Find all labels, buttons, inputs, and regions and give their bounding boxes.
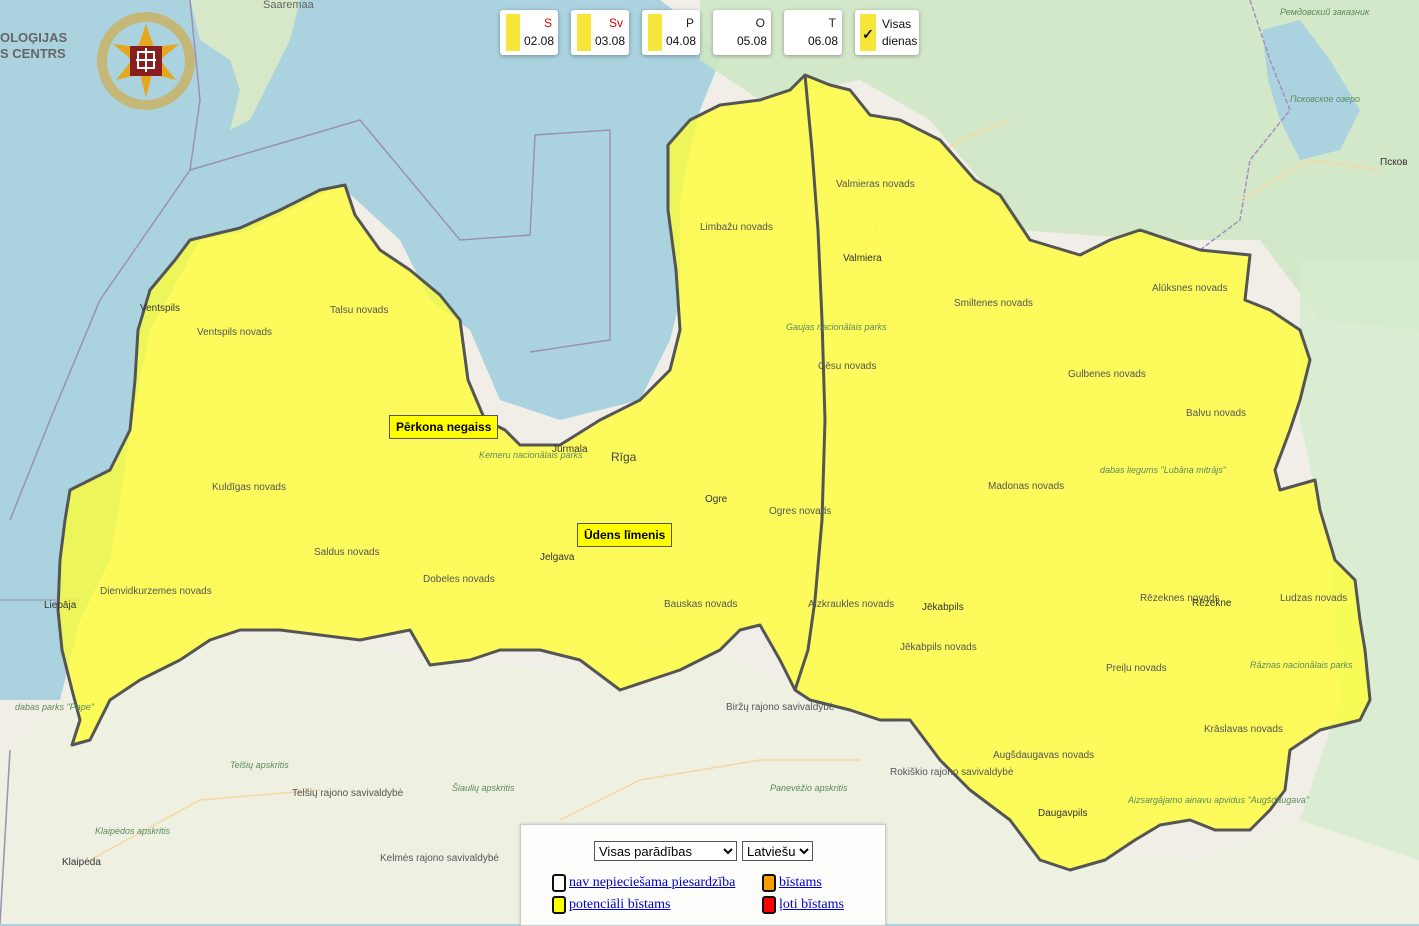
day-name: Sv	[608, 16, 623, 30]
day-date: 03.08	[594, 34, 625, 48]
label-klaipeda: Klaipėda	[62, 857, 101, 868]
label-aizsargajamo: Aizsargājamo ainavu apvidus "Augšdaugava…	[1127, 795, 1310, 805]
label-preilu: Preiļu novads	[1106, 663, 1167, 674]
label-aizkraukles: Aizkraukles novads	[808, 599, 894, 610]
label-jelgava: Jelgava	[540, 552, 575, 563]
logo-text: OLOĢIJAS S CENTRS	[0, 30, 67, 62]
legend-link-dangerous[interactable]: bīstams	[779, 875, 822, 891]
day-button-0[interactable]: S 02.08	[500, 10, 558, 55]
label-telsiu-raj: Telšių rajono savivaldybė	[292, 788, 404, 799]
label-lubana: dabas liegums "Lubāna mitrājs"	[1100, 465, 1227, 475]
label-klaipedos: Klaipėdos apskritis	[95, 826, 171, 836]
legend-item-potentially-dangerous[interactable]: potenciāli bīstams	[552, 896, 670, 914]
label-ogre: Ogre	[705, 494, 728, 505]
day-date: 05.08	[736, 34, 767, 48]
day-name: S	[543, 16, 552, 30]
label-ludzas: Ludzas novads	[1280, 593, 1347, 604]
label-aluksnes: Alūksnes novads	[1152, 283, 1228, 294]
all-days-line1: Visas	[882, 17, 912, 31]
label-saldus: Saldus novads	[314, 547, 380, 558]
label-razna: Rāznas nacionālais parks	[1250, 660, 1353, 670]
day-name: P	[685, 16, 694, 30]
legend-swatch-red	[762, 896, 776, 914]
legend-link-no-caution[interactable]: nav nepieciešama piesardzība	[569, 875, 735, 891]
label-kuldigas: Kuldīgas novads	[212, 482, 286, 493]
label-kelmes: Kelmės rajono savivaldybė	[380, 853, 499, 864]
legend-swatch-white	[552, 874, 566, 892]
label-riga: Rīga	[611, 450, 637, 464]
label-talsu: Talsu novads	[330, 305, 388, 316]
map-canvas[interactable]: Saaremaa Ventspils Ventspils novads Tals…	[0, 0, 1419, 924]
warning-label-water-level[interactable]: Ūdens līmenis	[577, 523, 673, 547]
label-ventspils-novads: Ventspils novads	[197, 327, 272, 338]
day-date: 02.08	[523, 34, 554, 48]
day-name: T	[828, 16, 836, 30]
legend-link-very-dangerous[interactable]: ļoti bīstams	[779, 897, 844, 913]
label-liepaja: Liepāja	[44, 600, 77, 611]
language-select[interactable]: Latviešu	[742, 841, 813, 861]
all-days-label: Visas dienas	[882, 16, 917, 50]
label-saaremaa: Saaremaa	[263, 0, 315, 11]
label-daugavpils: Daugavpils	[1038, 808, 1087, 819]
legend-link-potentially-dangerous[interactable]: potenciāli bīstams	[569, 897, 670, 913]
day-button-4[interactable]: T 06.08	[784, 10, 842, 55]
legend-swatch-yellow	[552, 896, 566, 914]
label-valmieras: Valmieras novads	[836, 179, 915, 190]
checkmark-icon: ✓	[862, 26, 874, 42]
label-gulbenes: Gulbenes novads	[1068, 369, 1146, 380]
label-bauskas: Bauskas novads	[664, 599, 737, 610]
label-balvu: Balvu novads	[1186, 408, 1246, 419]
label-kraslavas: Krāslavas novads	[1204, 724, 1283, 735]
label-ogres: Ogres novads	[769, 506, 831, 517]
logo-text-line1: OLOĢIJAS	[0, 30, 68, 45]
label-valmiera: Valmiera	[843, 253, 882, 264]
legend-panel: Visas parādības Latviešu nav nepieciešam…	[520, 824, 886, 926]
day-button-2[interactable]: P 04.08	[642, 10, 700, 55]
label-birzu: Biržų rajono savivaldybė	[726, 702, 835, 713]
day-date: 04.08	[665, 34, 696, 48]
label-panevezio: Panevėžio apskritis	[770, 783, 848, 793]
label-limbazu: Limbažu novads	[700, 222, 773, 233]
all-days-line2: dienas	[882, 34, 918, 48]
label-pape: dabas parks "Pape"	[15, 702, 95, 712]
label-jekabpils: Jēkabpils novads	[900, 642, 977, 653]
label-jekabpils-city: Jēkabpils	[922, 602, 964, 613]
emblem-icon	[97, 12, 195, 110]
all-days-toggle[interactable]: ✓ Visas dienas	[855, 10, 919, 55]
day-date: 06.08	[807, 34, 838, 48]
label-rokiskio: Rokiškio rajono savivaldybė	[890, 767, 1014, 778]
label-smiltenes: Smiltenes novads	[954, 298, 1033, 309]
day-button-3[interactable]: O 05.08	[713, 10, 771, 55]
label-ventspils: Ventspils	[140, 303, 180, 314]
label-telsiu: Telšių apskritis	[230, 760, 289, 770]
label-pskov: Псков	[1380, 157, 1408, 168]
legend-item-very-dangerous[interactable]: ļoti bīstams	[762, 896, 844, 914]
label-pskovskoe: Псковское озеро	[1290, 94, 1360, 104]
label-kemeru: Ķemeru nacionālais parks	[479, 450, 583, 460]
phenomena-select[interactable]: Visas parādības	[594, 841, 737, 861]
legend-swatch-orange	[762, 874, 776, 892]
day-name: O	[755, 16, 765, 30]
label-cesu: Cēsu novads	[818, 361, 876, 372]
label-gaujas: Gaujas nacionālais parks	[786, 322, 887, 332]
label-rezekne: Rēzekne	[1192, 598, 1232, 609]
day-button-1[interactable]: Sv 03.08	[571, 10, 629, 55]
label-dienvidkurzemes: Dienvidkurzemes novads	[100, 586, 212, 597]
label-madonas: Madonas novads	[988, 481, 1064, 492]
label-remdovsky: Ремдовский заказник	[1280, 7, 1370, 17]
legend-item-dangerous[interactable]: bīstams	[762, 874, 822, 892]
legend-item-no-caution[interactable]: nav nepieciešama piesardzība	[552, 874, 735, 892]
warning-label-thunderstorm[interactable]: Pērkona negaiss	[389, 415, 499, 439]
label-augsdaugavas: Augšdaugavas novads	[993, 750, 1094, 761]
all-days-checkbox[interactable]: ✓	[860, 14, 876, 51]
label-dobeles: Dobeles novads	[423, 574, 495, 585]
logo-text-line2: S CENTRS	[0, 46, 66, 61]
label-siauliu: Šiaulių apskritis	[452, 783, 515, 793]
day-selector: S 02.08 Sv 03.08 P 04.08 O 05.08 T 06.08…	[500, 10, 919, 56]
